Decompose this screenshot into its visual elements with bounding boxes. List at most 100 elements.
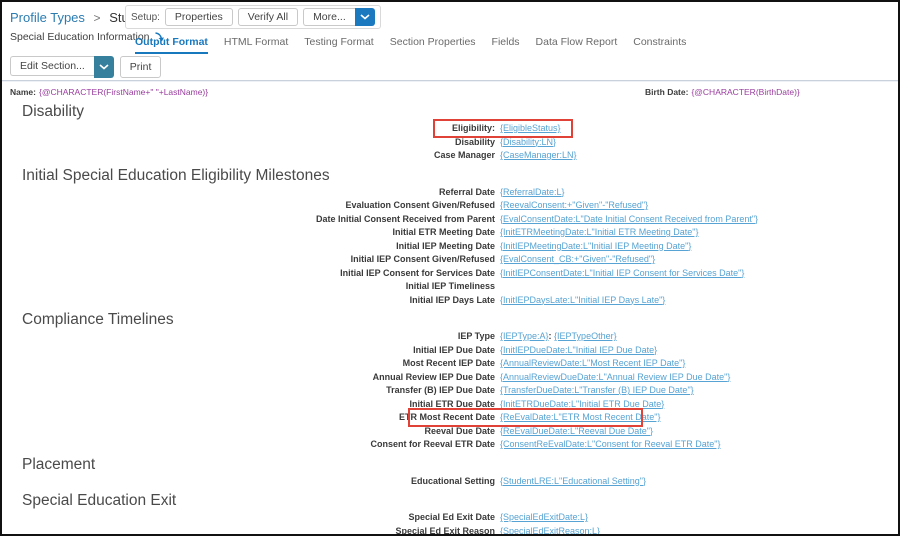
field-row: Initial IEP Due Date{InitIEPDueDate:L"In… (5, 344, 898, 358)
field-row: Consent for Reeval ETR Date {ConsentReEva… (5, 438, 898, 452)
field-value: {ReferralDate:L} (495, 186, 565, 200)
field-template-link[interactable]: {EligibleStatus} (500, 123, 561, 133)
field-template-link[interactable]: {AnnualReviewDueDate:L"Annual Review IEP… (500, 372, 730, 382)
verify-all-button[interactable]: Verify All (238, 8, 298, 26)
field-template-link[interactable]: {SpecialEdExitDate:L} (500, 512, 588, 522)
field-template-link[interactable]: {InitETRDueDate:L"Initial ETR Due Date} (500, 399, 664, 409)
field-row: Special Ed Exit Reason{SpecialEdExitReas… (5, 525, 898, 536)
field-template-link[interactable]: {InitETRMeetingDate:L"Initial ETR Meetin… (500, 227, 698, 237)
form-section: Disability Eligibility:{EligibleStatus}D… (5, 102, 898, 163)
field-label: Initial ETR Due Date (5, 398, 495, 412)
edit-section-split-button: Edit Section... (10, 56, 114, 78)
section-title: Initial Special Education Eligibility Mi… (22, 166, 898, 186)
section-rows: Special Ed Exit Date {SpecialEdExitDate:L… (5, 511, 898, 536)
tab-section-properties[interactable]: Section Properties (390, 36, 476, 54)
field-value: {AnnualReviewDueDate:L"Annual Review IEP… (495, 371, 730, 385)
properties-button[interactable]: Properties (165, 8, 233, 26)
field-row: Initial IEP Consent Given/Refused {EvalCo… (5, 253, 898, 267)
breadcrumb-separator: > (94, 11, 101, 25)
field-row: IEP Type{IEPType:A}: {IEPTypeOther} (5, 330, 898, 344)
field-label: Case Manager (5, 149, 495, 163)
field-template-link[interactable]: {EvalConsent_CB:+"Given"-"Refused"} (500, 254, 655, 264)
name-template-value: {@CHARACTER(FirstName+" "+LastName)} (39, 87, 208, 97)
field-row: Evaluation Consent Given/Refused{ReevalC… (5, 199, 898, 213)
field-value: {CaseManager:LN} (495, 149, 577, 163)
field-template-link[interactable]: {IEPType:A} (500, 331, 549, 341)
field-label: Consent for Reeval ETR Date (5, 438, 495, 452)
field-template-link[interactable]: {ReEvalDueDate:L"Reeval Due Date"} (500, 426, 653, 436)
format-tabs: Output Format HTML Format Testing Format Se… (135, 36, 686, 54)
field-value (495, 280, 500, 294)
field-template-link[interactable]: {InitIEPConsentDate:L"Initial IEP Consen… (500, 268, 744, 278)
field-value: {TransferDueDate:L"Transfer (B) IEP Due … (495, 384, 694, 398)
field-row: Special Ed Exit Date {SpecialEdExitDate:L… (5, 511, 898, 525)
birthdate-template-value: {@CHARACTER(BirthDate)} (691, 87, 799, 97)
field-row: ETR Most Recent Date{ReEvalDate:L"ETR Mo… (5, 411, 898, 425)
field-template-link[interactable]: {ReEvalDate:L"ETR Most Recent Date"} (500, 412, 660, 422)
section-title: Placement (22, 455, 898, 475)
more-dropdown-button[interactable] (355, 8, 375, 26)
field-label: Initial ETR Meeting Date (5, 226, 495, 240)
field-row: Transfer (B) IEP Due Date{TransferDueDat… (5, 384, 898, 398)
field-template-link[interactable]: {AnnualReviewDate:L"Most Recent IEP Date… (500, 358, 685, 368)
field-template-link[interactable]: {CaseManager:LN} (500, 150, 577, 160)
app-window: Profile Types > Students Special Educati… (0, 0, 900, 536)
field-label: Special Ed Exit Date (5, 511, 495, 525)
field-row: Reeval Due Date {ReEvalDueDate:L"Reeval D… (5, 425, 898, 439)
field-template-link[interactable]: {SpecialEdExitReason:L} (500, 526, 600, 536)
field-template-link[interactable]: {InitIEPMeetingDate:L"Initial IEP Meetin… (500, 241, 691, 251)
field-label: Initial IEP Consent Given/Refused (5, 253, 495, 267)
field-template-link[interactable]: {InitIEPDueDate:L"Initial IEP Due Date} (500, 345, 657, 355)
field-label: Annual Review IEP Due Date (5, 371, 495, 385)
field-label: Initial IEP Meeting Date (5, 240, 495, 254)
field-row: Case Manager {CaseManager:LN} (5, 149, 898, 163)
field-template-link[interactable]: {Disability:LN} (500, 137, 556, 147)
tab-testing-format[interactable]: Testing Format (304, 36, 373, 54)
field-value: {InitIEPMeetingDate:L"Initial IEP Meetin… (495, 240, 691, 254)
field-label: Reeval Due Date (5, 425, 495, 439)
edit-section-dropdown-button[interactable] (94, 56, 114, 78)
chevron-down-icon (99, 64, 109, 70)
field-label: Educational Setting (5, 475, 495, 489)
more-button[interactable]: More... (303, 8, 355, 26)
edit-section-button[interactable]: Edit Section... (10, 56, 94, 76)
field-template-link[interactable]: {StudentLRE:L"Educational Setting"} (500, 476, 646, 486)
form-section: Initial Special Education Eligibility Mi… (5, 166, 898, 308)
field-template-link[interactable]: {ConsentReEvalDate:L"Consent for Reeval … (500, 439, 721, 449)
field-template-link[interactable]: {ReferralDate:L} (500, 187, 565, 197)
field-label: Most Recent IEP Date (5, 357, 495, 371)
field-row: Annual Review IEP Due Date {AnnualReviewD… (5, 371, 898, 385)
section-title: Compliance Timelines (22, 310, 898, 330)
field-value: {ReevalConsent:+"Given"-"Refused"} (495, 199, 648, 213)
field-value: {ReEvalDate:L"ETR Most Recent Date"} (495, 411, 660, 425)
field-value: {EvalConsentDate:L"Date Initial Consent … (495, 213, 758, 227)
print-button[interactable]: Print (120, 56, 162, 78)
form-section: Placement Educational Setting {StudentLRE… (5, 455, 898, 489)
tab-fields[interactable]: Fields (492, 36, 520, 54)
field-template-link[interactable]: {EvalConsentDate:L"Date Initial Consent … (500, 214, 758, 224)
field-template-link[interactable]: {IEPTypeOther} (554, 331, 617, 341)
field-value: {EvalConsent_CB:+"Given"-"Refused"} (495, 253, 655, 267)
field-label: Eligibility: (5, 122, 495, 136)
breadcrumb-profile-types-link[interactable]: Profile Types (10, 10, 85, 25)
field-template-link[interactable]: {ReevalConsent:+"Given"-"Refused"} (500, 200, 648, 210)
tab-html-format[interactable]: HTML Format (224, 36, 288, 54)
tab-data-flow-report[interactable]: Data Flow Report (536, 36, 618, 54)
header: Profile Types > Students Special Educati… (2, 2, 898, 80)
section-rows: IEP Type{IEPType:A}: {IEPTypeOther}Initi… (5, 330, 898, 452)
tab-output-format[interactable]: Output Format (135, 36, 208, 54)
field-value: {InitETRMeetingDate:L"Initial ETR Meetin… (495, 226, 698, 240)
field-row: Educational Setting {StudentLRE:L"Educati… (5, 475, 898, 489)
form-section: Special Education Exit Special Ed Exit D… (5, 491, 898, 536)
field-template-link[interactable]: {InitIEPDaysLate:L"Initial IEP Days Late… (500, 295, 665, 305)
field-value: {InitIEPDueDate:L"Initial IEP Due Date} (495, 344, 657, 358)
record-name: Name:{@CHARACTER(FirstName+" "+LastName)… (10, 87, 208, 97)
section-toolbar: Edit Section... Print (10, 56, 161, 78)
field-label: Date Initial Consent Received from Paren… (5, 213, 495, 227)
field-row: Initial ETR Meeting Date {InitETRMeetingD… (5, 226, 898, 240)
sections: Disability Eligibility:{EligibleStatus}D… (5, 102, 898, 536)
field-template-link[interactable]: {TransferDueDate:L"Transfer (B) IEP Due … (500, 385, 694, 395)
tab-constraints[interactable]: Constraints (633, 36, 686, 54)
field-value: {ReEvalDueDate:L"Reeval Due Date"} (495, 425, 653, 439)
field-row: Initial IEP Timeliness (5, 280, 898, 294)
